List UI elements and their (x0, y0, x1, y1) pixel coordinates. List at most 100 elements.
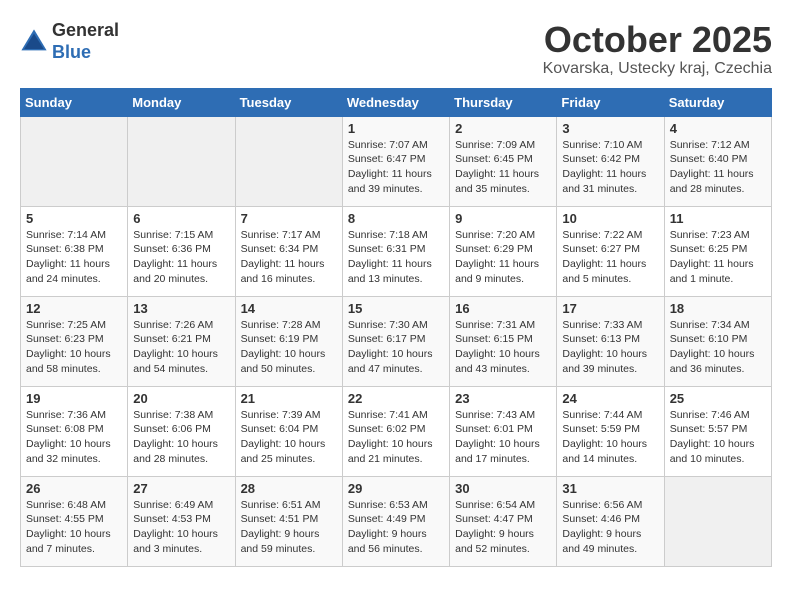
calendar-day-26: 26 Sunrise: 6:48 AM Sunset: 4:55 PM Dayli… (21, 476, 128, 566)
weekday-header-saturday: Saturday (664, 88, 771, 116)
weekday-header-tuesday: Tuesday (235, 88, 342, 116)
day-info: Sunrise: 7:46 AM Sunset: 5:57 PM Dayligh… (670, 408, 766, 467)
day-info: Sunrise: 6:53 AM Sunset: 4:49 PM Dayligh… (348, 498, 444, 557)
day-number: 25 (670, 391, 766, 406)
day-number: 5 (26, 211, 122, 226)
day-number: 10 (562, 211, 658, 226)
day-number: 8 (348, 211, 444, 226)
day-number: 1 (348, 121, 444, 136)
calendar-day-16: 16 Sunrise: 7:31 AM Sunset: 6:15 PM Dayli… (450, 296, 557, 386)
logo-general-text: General (52, 20, 119, 40)
calendar-day-5: 5 Sunrise: 7:14 AM Sunset: 6:38 PM Daylig… (21, 206, 128, 296)
calendar-day-12: 12 Sunrise: 7:25 AM Sunset: 6:23 PM Dayli… (21, 296, 128, 386)
page-header: General Blue October 2025 Kovarska, Uste… (20, 20, 772, 78)
weekday-header-monday: Monday (128, 88, 235, 116)
day-number: 2 (455, 121, 551, 136)
title-block: October 2025 Kovarska, Ustecky kraj, Cze… (543, 20, 772, 78)
calendar-week-row: 26 Sunrise: 6:48 AM Sunset: 4:55 PM Dayli… (21, 476, 772, 566)
calendar-day-28: 28 Sunrise: 6:51 AM Sunset: 4:51 PM Dayli… (235, 476, 342, 566)
empty-calendar-cell (235, 116, 342, 206)
day-info: Sunrise: 7:20 AM Sunset: 6:29 PM Dayligh… (455, 228, 551, 287)
day-info: Sunrise: 7:34 AM Sunset: 6:10 PM Dayligh… (670, 318, 766, 377)
calendar-day-1: 1 Sunrise: 7:07 AM Sunset: 6:47 PM Daylig… (342, 116, 449, 206)
day-info: Sunrise: 7:38 AM Sunset: 6:06 PM Dayligh… (133, 408, 229, 467)
day-info: Sunrise: 6:56 AM Sunset: 4:46 PM Dayligh… (562, 498, 658, 557)
calendar-day-7: 7Sunrise: 7:17 AM Sunset: 6:34 PM Daylig… (235, 206, 342, 296)
day-info: Sunrise: 7:31 AM Sunset: 6:15 PM Dayligh… (455, 318, 551, 377)
logo-icon (20, 28, 48, 56)
calendar-day-8: 8 Sunrise: 7:18 AM Sunset: 6:31 PM Daylig… (342, 206, 449, 296)
day-info: Sunrise: 7:44 AM Sunset: 5:59 PM Dayligh… (562, 408, 658, 467)
day-number: 22 (348, 391, 444, 406)
day-number: 15 (348, 301, 444, 316)
calendar-day-19: 19 Sunrise: 7:36 AM Sunset: 6:08 PM Dayli… (21, 386, 128, 476)
day-number: 31 (562, 481, 658, 496)
day-number: 4 (670, 121, 766, 136)
day-number: 6 (133, 211, 229, 226)
calendar-day-22: 22 Sunrise: 7:41 AM Sunset: 6:02 PM Dayli… (342, 386, 449, 476)
day-number: 3 (562, 121, 658, 136)
calendar-table: SundayMondayTuesdayWednesdayThursdayFrid… (20, 88, 772, 567)
weekday-header-sunday: Sunday (21, 88, 128, 116)
weekday-header-row: SundayMondayTuesdayWednesdayThursdayFrid… (21, 88, 772, 116)
calendar-day-21: 21 Sunrise: 7:39 AM Sunset: 6:04 PM Dayli… (235, 386, 342, 476)
day-number: 28 (241, 481, 337, 496)
calendar-day-27: 27Sunrise: 6:49 AM Sunset: 4:53 PM Dayli… (128, 476, 235, 566)
day-info: Sunrise: 7:12 AM Sunset: 6:40 PM Dayligh… (670, 138, 766, 197)
day-info: Sunrise: 7:25 AM Sunset: 6:23 PM Dayligh… (26, 318, 122, 377)
day-info: Sunrise: 6:51 AM Sunset: 4:51 PM Dayligh… (241, 498, 337, 557)
day-info: Sunrise: 6:48 AM Sunset: 4:55 PM Dayligh… (26, 498, 122, 557)
day-number: 30 (455, 481, 551, 496)
weekday-header-friday: Friday (557, 88, 664, 116)
calendar-day-30: 30 Sunrise: 6:54 AM Sunset: 4:47 PM Dayli… (450, 476, 557, 566)
day-number: 21 (241, 391, 337, 406)
day-number: 12 (26, 301, 122, 316)
empty-calendar-cell (664, 476, 771, 566)
calendar-day-23: 23Sunrise: 7:43 AM Sunset: 6:01 PM Dayli… (450, 386, 557, 476)
day-number: 13 (133, 301, 229, 316)
calendar-day-29: 29Sunrise: 6:53 AM Sunset: 4:49 PM Dayli… (342, 476, 449, 566)
calendar-day-17: 17Sunrise: 7:33 AM Sunset: 6:13 PM Dayli… (557, 296, 664, 386)
calendar-week-row: 19 Sunrise: 7:36 AM Sunset: 6:08 PM Dayli… (21, 386, 772, 476)
calendar-day-18: 18 Sunrise: 7:34 AM Sunset: 6:10 PM Dayli… (664, 296, 771, 386)
calendar-day-10: 10 Sunrise: 7:22 AM Sunset: 6:27 PM Dayli… (557, 206, 664, 296)
day-info: Sunrise: 7:41 AM Sunset: 6:02 PM Dayligh… (348, 408, 444, 467)
day-info: Sunrise: 7:36 AM Sunset: 6:08 PM Dayligh… (26, 408, 122, 467)
calendar-day-3: 3 Sunrise: 7:10 AM Sunset: 6:42 PM Daylig… (557, 116, 664, 206)
location: Kovarska, Ustecky kraj, Czechia (543, 60, 772, 78)
day-info: Sunrise: 6:54 AM Sunset: 4:47 PM Dayligh… (455, 498, 551, 557)
day-info: Sunrise: 7:10 AM Sunset: 6:42 PM Dayligh… (562, 138, 658, 197)
day-info: Sunrise: 7:39 AM Sunset: 6:04 PM Dayligh… (241, 408, 337, 467)
day-info: Sunrise: 7:14 AM Sunset: 6:38 PM Dayligh… (26, 228, 122, 287)
day-number: 11 (670, 211, 766, 226)
day-info: Sunrise: 7:15 AM Sunset: 6:36 PM Dayligh… (133, 228, 229, 287)
month-title: October 2025 (543, 20, 772, 60)
calendar-day-31: 31 Sunrise: 6:56 AM Sunset: 4:46 PM Dayli… (557, 476, 664, 566)
day-info: Sunrise: 7:07 AM Sunset: 6:47 PM Dayligh… (348, 138, 444, 197)
day-info: Sunrise: 7:33 AM Sunset: 6:13 PM Dayligh… (562, 318, 658, 377)
empty-calendar-cell (21, 116, 128, 206)
day-number: 26 (26, 481, 122, 496)
day-number: 7 (241, 211, 337, 226)
day-info: Sunrise: 7:18 AM Sunset: 6:31 PM Dayligh… (348, 228, 444, 287)
day-info: Sunrise: 7:30 AM Sunset: 6:17 PM Dayligh… (348, 318, 444, 377)
day-info: Sunrise: 6:49 AM Sunset: 4:53 PM Dayligh… (133, 498, 229, 557)
day-info: Sunrise: 7:09 AM Sunset: 6:45 PM Dayligh… (455, 138, 551, 197)
day-info: Sunrise: 7:26 AM Sunset: 6:21 PM Dayligh… (133, 318, 229, 377)
day-number: 19 (26, 391, 122, 406)
calendar-week-row: 1 Sunrise: 7:07 AM Sunset: 6:47 PM Daylig… (21, 116, 772, 206)
day-number: 9 (455, 211, 551, 226)
calendar-week-row: 5 Sunrise: 7:14 AM Sunset: 6:38 PM Daylig… (21, 206, 772, 296)
day-info: Sunrise: 7:28 AM Sunset: 6:19 PM Dayligh… (241, 318, 337, 377)
calendar-day-4: 4 Sunrise: 7:12 AM Sunset: 6:40 PM Daylig… (664, 116, 771, 206)
calendar-day-9: 9 Sunrise: 7:20 AM Sunset: 6:29 PM Daylig… (450, 206, 557, 296)
day-number: 14 (241, 301, 337, 316)
day-info: Sunrise: 7:23 AM Sunset: 6:25 PM Dayligh… (670, 228, 766, 287)
day-number: 24 (562, 391, 658, 406)
day-info: Sunrise: 7:22 AM Sunset: 6:27 PM Dayligh… (562, 228, 658, 287)
day-number: 18 (670, 301, 766, 316)
weekday-header-thursday: Thursday (450, 88, 557, 116)
calendar-week-row: 12 Sunrise: 7:25 AM Sunset: 6:23 PM Dayli… (21, 296, 772, 386)
day-number: 16 (455, 301, 551, 316)
calendar-day-13: 13 Sunrise: 7:26 AM Sunset: 6:21 PM Dayli… (128, 296, 235, 386)
